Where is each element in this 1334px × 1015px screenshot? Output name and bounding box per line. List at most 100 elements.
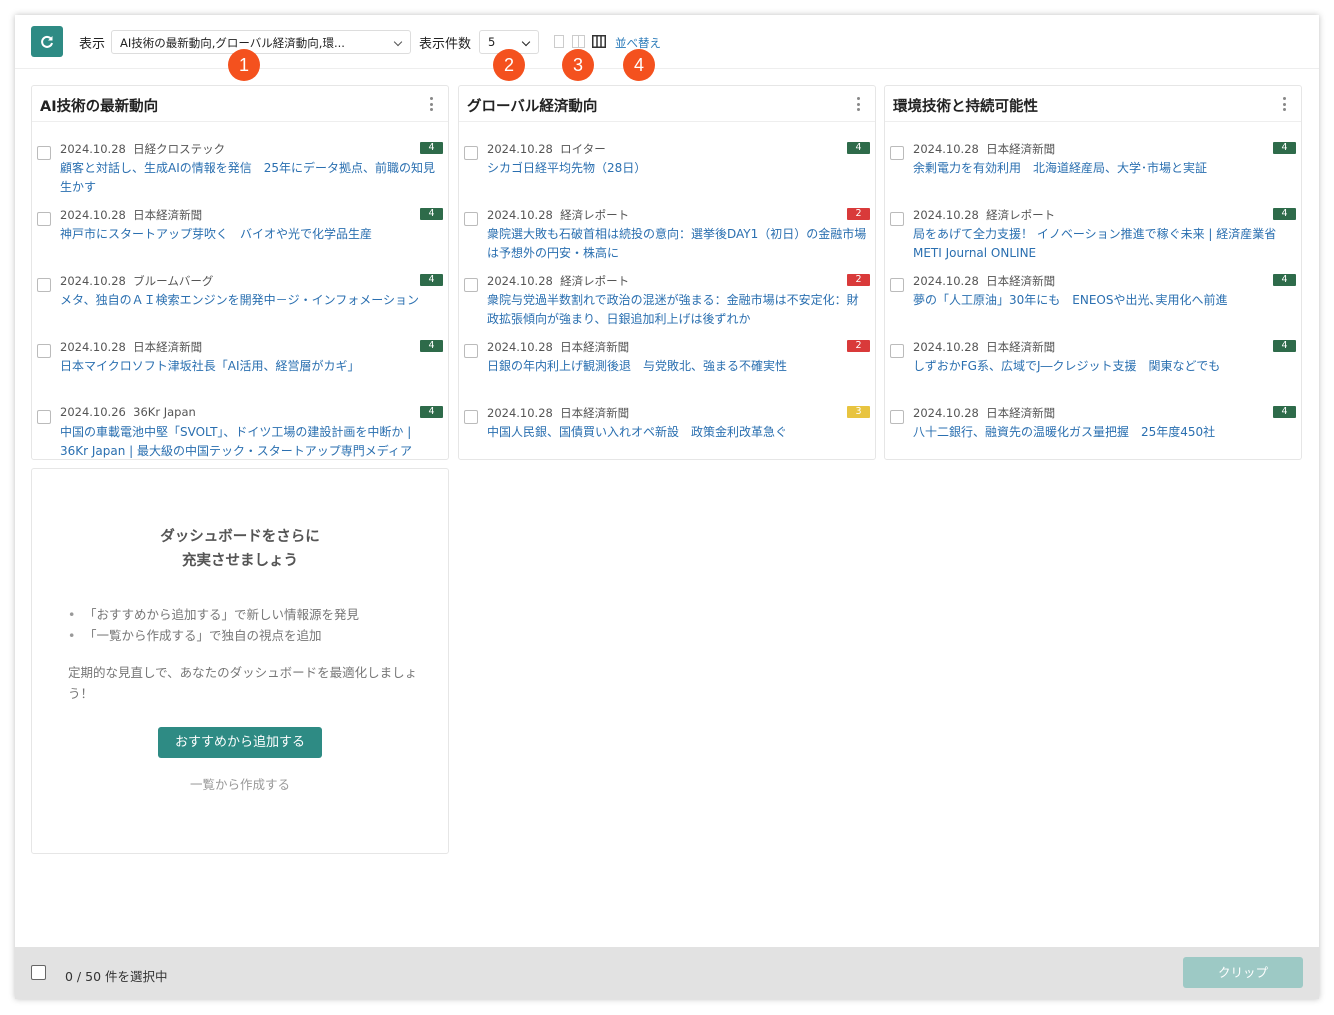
item-checkbox[interactable] [37, 410, 51, 424]
list-item: 2024.10.28 経済レポート 2 衆院選大敗も石破首相は続投の意向：選挙後… [459, 196, 875, 262]
item-meta: 2024.10.28 経済レポート [913, 208, 1056, 222]
display-label: 表示 [79, 37, 106, 52]
chevron-down-icon [393, 37, 403, 47]
score-badge: 4 [420, 340, 443, 352]
score-badge: 4 [1273, 208, 1296, 220]
score-badge: 2 [847, 208, 870, 220]
item-headline-link[interactable]: 日銀の年内利上げ観測後退 与党敗北、強まる不確実性 [487, 357, 869, 376]
item-headline-link[interactable]: 八十二銀行、融資先の温暖化ガス量把握 25年度450社 [913, 423, 1295, 442]
item-meta: 2024.10.28 ブルームバーグ [60, 274, 214, 288]
item-checkbox[interactable] [890, 146, 904, 160]
score-badge: 4 [420, 142, 443, 154]
promo-card: ダッシュボードをさらに 充実させましょう 「おすすめから追加する」で新しい情報源… [31, 468, 449, 854]
item-checkbox[interactable] [464, 410, 478, 424]
item-checkbox[interactable] [37, 212, 51, 226]
item-checkbox[interactable] [464, 344, 478, 358]
score-badge: 4 [1273, 142, 1296, 154]
card-title: 環境技術と持続可能性 [893, 99, 1038, 115]
item-headline-link[interactable]: 顧客と対話し、生成AIの情報を発信 25年にデータ拠点、前職の知見生かす [60, 159, 442, 197]
score-badge: 4 [420, 274, 443, 286]
item-headline-link[interactable]: 日本マイクロソフト津坂社長「AI活用、経営層がカギ」 [60, 357, 442, 376]
item-checkbox[interactable] [890, 410, 904, 424]
card-title: グローバル経済動向 [467, 99, 598, 115]
count-label: 表示件数 [419, 37, 472, 52]
score-badge: 4 [420, 208, 443, 220]
refresh-icon [41, 35, 53, 48]
list-item: 2024.10.28 日本経済新聞 4 八十二銀行、融資先の温暖化ガス量把握 2… [885, 394, 1301, 460]
item-checkbox[interactable] [890, 278, 904, 292]
list-item: 2024.10.28 日本経済新聞 4 余剰電力を有効利用 北海道経産局、大学･… [885, 130, 1301, 196]
score-badge: 2 [847, 340, 870, 352]
item-headline-link[interactable]: 中国人民銀、国債買い入れオペ新設 政策金利改革急ぐ [487, 423, 869, 442]
item-checkbox[interactable] [464, 278, 478, 292]
three-column-layout-icon[interactable] [592, 35, 606, 48]
more-menu-icon[interactable] [1283, 97, 1287, 111]
item-checkbox[interactable] [37, 344, 51, 358]
item-checkbox[interactable] [890, 344, 904, 358]
item-meta: 2024.10.28 日本経済新聞 [913, 406, 1056, 420]
list-item: 2024.10.28 日本経済新聞 4 夢の「人工原油」30年にも ENEOSや… [885, 262, 1301, 328]
item-headline-link[interactable]: 神戸市にスタートアップ芽吹く バイオや光で化学品生産 [60, 225, 442, 244]
item-headline-link[interactable]: シカゴ日経平均先物（28日） [487, 159, 869, 178]
list-item: 2024.10.28 ブルームバーグ 4 メタ、独自のＡＩ検索エンジンを開発中－… [32, 262, 448, 328]
add-from-recommendations-button[interactable]: おすすめから追加する [158, 727, 322, 758]
item-headline-link[interactable]: 中国の車載電池中堅「SVOLT」、ドイツ工場の建設計画を中断か | 36Kr J… [60, 423, 442, 461]
select-all-checkbox[interactable] [31, 965, 46, 980]
score-badge: 4 [1273, 406, 1296, 418]
count-select-value: 5 [488, 35, 496, 49]
score-badge: 4 [1273, 340, 1296, 352]
item-headline-link[interactable]: 局をあげて全力支援！ イノベーション推進で稼ぐ未来 | 経済産業省 METI J… [913, 225, 1295, 263]
clip-button[interactable]: クリップ [1183, 957, 1303, 988]
list-item: 2024.10.28 日本経済新聞 2 日銀の年内利上げ観測後退 与党敗北、強ま… [459, 328, 875, 394]
refresh-button[interactable] [31, 26, 63, 57]
item-headline-link[interactable]: 余剰電力を有効利用 北海道経産局、大学･市場と実証 [913, 159, 1295, 178]
item-headline-link[interactable]: 衆院選大敗も石破首相は続投の意向：選挙後DAY1（初日）の金融市場は予想外の円安… [487, 225, 869, 263]
card-header: グローバル経済動向 [459, 86, 875, 122]
item-headline-link[interactable]: メタ、独自のＡＩ検索エンジンを開発中－ジ・インフォメーション [60, 291, 442, 310]
item-headline-link[interactable]: しずおかFG系、広域でJ―クレジット支援 関東などでも [913, 357, 1295, 376]
promo-bullets: 「おすすめから追加する」で新しい情報源を発見 「一覧から作成する」で独自の視点を… [68, 604, 359, 646]
list-item: 2024.10.28 日本経済新聞 4 しずおかFG系、広域でJ―クレジット支援… [885, 328, 1301, 394]
item-meta: 2024.10.28 日本経済新聞 [913, 142, 1056, 156]
item-headline-link[interactable]: 夢の「人工原油」30年にも ENEOSや出光､実用化へ前進 [913, 291, 1295, 310]
item-meta: 2024.10.26 36Kr Japan [60, 405, 196, 419]
promo-description: 定期的な見直しで、あなたのダッシュボードを最適化しましょう！ [68, 665, 418, 701]
score-badge: 4 [847, 142, 870, 154]
list-item: 2024.10.28 ロイター 4 シカゴ日経平均先物（28日） [459, 130, 875, 196]
item-checkbox[interactable] [464, 212, 478, 226]
item-meta: 2024.10.28 日本経済新聞 [60, 340, 203, 354]
more-menu-icon[interactable] [430, 97, 434, 111]
chevron-down-icon [521, 37, 531, 47]
score-badge: 4 [420, 406, 443, 418]
item-checkbox[interactable] [890, 212, 904, 226]
score-badge: 4 [1273, 274, 1296, 286]
promo-bullet: 「一覧から作成する」で独自の視点を追加 [68, 625, 359, 646]
feed-card: グローバル経済動向 2024.10.28 ロイター 4 シカゴ日経平均先物（28… [458, 85, 876, 460]
item-headline-link[interactable]: 衆院与党過半数割れで政治の混迷が強まる：金融市場は不安定化：財政拡張傾向が強まり… [487, 291, 869, 329]
item-meta: 2024.10.28 日本経済新聞 [913, 274, 1056, 288]
card-title: AI技術の最新動向 [40, 99, 159, 115]
list-item: 2024.10.28 経済レポート 4 局をあげて全力支援！ イノベーション推進… [885, 196, 1301, 262]
card-header: AI技術の最新動向 [32, 86, 448, 122]
list-item: 2024.10.28 日本経済新聞 4 神戸市にスタートアップ芽吹く バイオや光… [32, 196, 448, 262]
promo-bullet: 「おすすめから追加する」で新しい情報源を発見 [68, 604, 359, 625]
feed-card: 環境技術と持続可能性 2024.10.28 日本経済新聞 4 余剰電力を有効利用… [884, 85, 1302, 460]
more-menu-icon[interactable] [857, 97, 861, 111]
annotation-marker-2: 2 [493, 49, 525, 81]
display-select[interactable]: AI技術の最新動向,グローバル経済動向,環... [111, 30, 411, 54]
annotation-marker-4: 4 [623, 49, 655, 81]
item-checkbox[interactable] [37, 278, 51, 292]
single-column-layout-icon[interactable] [554, 35, 564, 48]
two-column-layout-icon[interactable] [572, 35, 585, 48]
display-select-value: AI技術の最新動向,グローバル経済動向,環... [120, 36, 345, 50]
selection-count: 0 / 50 件を選択中 [65, 969, 168, 984]
list-item: 2024.10.28 日経クロステック 4 顧客と対話し、生成AIの情報を発信 … [32, 130, 448, 196]
list-item: 2024.10.26 36Kr Japan 4 中国の車載電池中堅「SVOLT」… [32, 394, 448, 460]
create-from-list-link[interactable]: 一覧から作成する [32, 774, 448, 793]
item-checkbox[interactable] [37, 146, 51, 160]
list-item: 2024.10.28 日本経済新聞 3 中国人民銀、国債買い入れオペ新設 政策金… [459, 394, 875, 460]
app-window: 表示 AI技術の最新動向,グローバル経済動向,環... 表示件数 5 並べ替え … [15, 15, 1319, 999]
item-meta: 2024.10.28 ロイター [487, 142, 606, 156]
item-checkbox[interactable] [464, 146, 478, 160]
item-meta: 2024.10.28 経済レポート [487, 208, 630, 222]
